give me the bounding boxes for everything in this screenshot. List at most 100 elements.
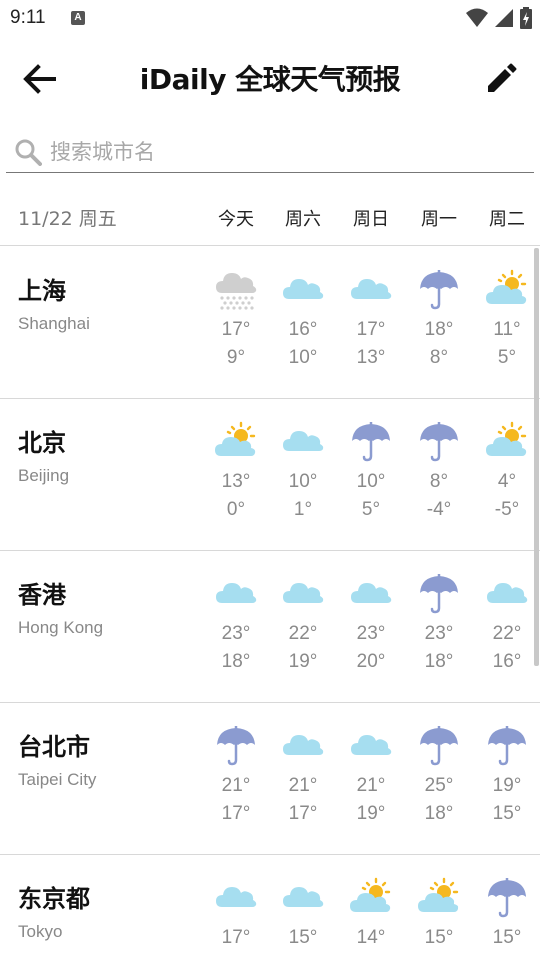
forecast-day: 13° 0° (206, 419, 266, 521)
city-name: 北京 (18, 429, 66, 457)
high-temp: 22° (492, 623, 522, 644)
city-name: 台北市 (18, 733, 90, 761)
city-english-name: Taipei City (18, 770, 97, 789)
umbrella-icon (349, 419, 393, 463)
high-temp: 21° (221, 775, 251, 796)
forecast-day: 19° 15° (477, 723, 537, 825)
low-temp: 8° (429, 347, 449, 368)
high-temp: 25° (424, 775, 454, 796)
cloud-icon (349, 571, 393, 615)
day-label: 周一 (421, 209, 457, 230)
forecast-day: 21° 19° (341, 723, 401, 825)
low-temp: 18° (221, 651, 251, 672)
high-temp: 10° (356, 471, 386, 492)
high-temp: 15° (492, 927, 522, 948)
sun-cloud-icon (417, 875, 461, 919)
forecast-header: 11/22 周五 今天 周六 周日 周一 周二 (0, 188, 540, 246)
cloud-icon (281, 571, 325, 615)
high-temp: 10° (288, 471, 318, 492)
city-list: 上海 Shanghai 17° 9° 16° 10° 17° 13° 18° 8° 11° 5° 北京 B… (0, 247, 540, 960)
search-bar[interactable] (6, 132, 534, 173)
notification-a-icon: A (71, 11, 85, 25)
edit-button[interactable] (478, 56, 524, 102)
umbrella-icon (417, 267, 461, 311)
status-bar: 9:11 A (0, 0, 540, 36)
umbrella-icon (485, 875, 529, 919)
high-temp: 13° (221, 471, 251, 492)
low-temp: 18° (424, 803, 454, 824)
forecast-day: 8° -4° (409, 419, 469, 521)
sun-cloud-icon (214, 419, 258, 463)
low-temp: 19° (288, 651, 318, 672)
low-temp: 5° (361, 499, 381, 520)
umbrella-icon (417, 419, 461, 463)
low-temp: 13° (356, 347, 386, 368)
signal-icon (495, 9, 513, 27)
forecast-day: 23° 20° (341, 571, 401, 673)
forecast-day: 10° 1° (273, 419, 333, 521)
forecast-day: 21° 17° (206, 723, 266, 825)
forecast-day: 10° 5° (341, 419, 401, 521)
city-english-name: Tokyo (18, 922, 63, 941)
umbrella-icon (485, 723, 529, 767)
cloud-icon (281, 875, 325, 919)
forecast-day: 11° 5° (477, 267, 537, 369)
umbrella-icon (417, 723, 461, 767)
high-temp: 21° (288, 775, 318, 796)
high-temp: 14° (356, 927, 386, 948)
low-temp: -5° (494, 499, 520, 520)
day-label: 周六 (285, 209, 321, 230)
sun-cloud-icon (349, 875, 393, 919)
city-english-name: Beijing (18, 466, 70, 485)
day-label: 今天 (218, 209, 254, 230)
forecast-day: 15° (477, 875, 537, 955)
low-temp: 17° (288, 803, 318, 824)
pencil-icon (488, 63, 517, 92)
snow-cloud-icon (214, 267, 258, 311)
high-temp: 16° (288, 319, 318, 340)
day-label: 周二 (489, 209, 525, 230)
forecast-day: 21° 17° (273, 723, 333, 825)
city-row[interactable]: 北京 Beijing 13° 0° 10° 1° 10° 5° 8° -4° 4° -5° (0, 399, 540, 551)
high-temp: 4° (497, 471, 517, 492)
city-row[interactable]: 香港 Hong Kong 23° 18° 22° 19° 23° 20° 23° 18° 22° 16… (0, 551, 540, 703)
low-temp: 1° (293, 499, 313, 520)
umbrella-icon (417, 571, 461, 615)
cloud-icon (485, 571, 529, 615)
forecast-day: 22° 19° (273, 571, 333, 673)
forecast-day: 16° 10° (273, 267, 333, 369)
high-temp: 17° (356, 319, 386, 340)
city-row[interactable]: 上海 Shanghai 17° 9° 16° 10° 17° 13° 18° 8° 11° 5° (0, 247, 540, 399)
search-icon (14, 137, 44, 167)
low-temp: 17° (221, 803, 251, 824)
low-temp: 18° (424, 651, 454, 672)
forecast-day: 22° 16° (477, 571, 537, 673)
low-temp: 5° (497, 347, 517, 368)
low-temp: 15° (492, 803, 522, 824)
cloud-icon (214, 875, 258, 919)
search-input[interactable] (50, 140, 510, 164)
city-row[interactable]: 东京都 Tokyo 17° 15° 14° 15° 15° (0, 855, 540, 960)
low-temp: -4° (426, 499, 452, 520)
forecast-day: 25° 18° (409, 723, 469, 825)
forecast-day: 4° -5° (477, 419, 537, 521)
app-title: iDaily 全球天气预报 (139, 63, 401, 96)
city-name: 香港 (18, 581, 66, 609)
forecast-day: 23° 18° (206, 571, 266, 673)
high-temp: 8° (429, 471, 449, 492)
high-temp: 17° (221, 927, 251, 948)
high-temp: 23° (424, 623, 454, 644)
city-row[interactable]: 台北市 Taipei City 21° 17° 21° 17° 21° 19° 25° 18° 19… (0, 703, 540, 855)
high-temp: 23° (356, 623, 386, 644)
low-temp: 19° (356, 803, 386, 824)
cloud-icon (281, 723, 325, 767)
cloud-icon (214, 571, 258, 615)
high-temp: 22° (288, 623, 318, 644)
city-name: 上海 (18, 277, 66, 305)
high-temp: 15° (288, 927, 318, 948)
forecast-day: 14° (341, 875, 401, 955)
cloud-icon (281, 419, 325, 463)
scrollbar[interactable] (534, 248, 539, 666)
city-english-name: Shanghai (18, 314, 90, 333)
battery-icon (520, 7, 532, 29)
